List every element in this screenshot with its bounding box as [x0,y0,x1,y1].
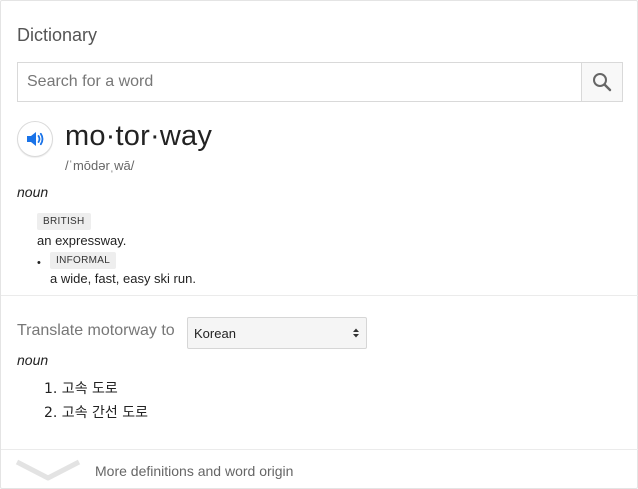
definition-label-tag: INFORMAL [50,252,117,269]
language-select-value: Korean [194,325,236,341]
headword: mo·tor·way [65,120,213,152]
definition-text: an expressway. [37,233,127,248]
dictionary-card: Dictionary mo·tor·way /ˈmōdərˌwā/ noun B… [0,0,638,489]
chevron-down-icon[interactable] [15,456,81,484]
language-select[interactable]: Korean [187,317,367,349]
select-arrows-icon [353,328,359,338]
translate-label: Translate motorway to [17,322,175,339]
search-button[interactable] [581,63,622,101]
section-divider [1,295,638,296]
search-box [17,62,623,102]
more-definitions-link[interactable]: More definitions and word origin [95,463,293,479]
search-input[interactable] [18,63,581,101]
translation-part-of-speech: noun [17,352,49,368]
translation-item: 2. 고속 간선 도로 [44,405,148,421]
phonetic-spelling: /ˈmōdərˌwā/ [65,158,135,173]
definition-label-tag: BRITISH [37,213,91,230]
definition-bullet: • [37,257,41,269]
dictionary-title: Dictionary [17,25,98,45]
search-icon [593,73,612,92]
part-of-speech: noun [17,184,49,200]
pronunciation-button[interactable] [17,121,53,157]
section-divider [1,449,638,450]
speaker-icon [27,132,44,146]
translation-item: 1. 고속 도로 [44,381,118,397]
definition-text: a wide, fast, easy ski run. [50,271,196,286]
